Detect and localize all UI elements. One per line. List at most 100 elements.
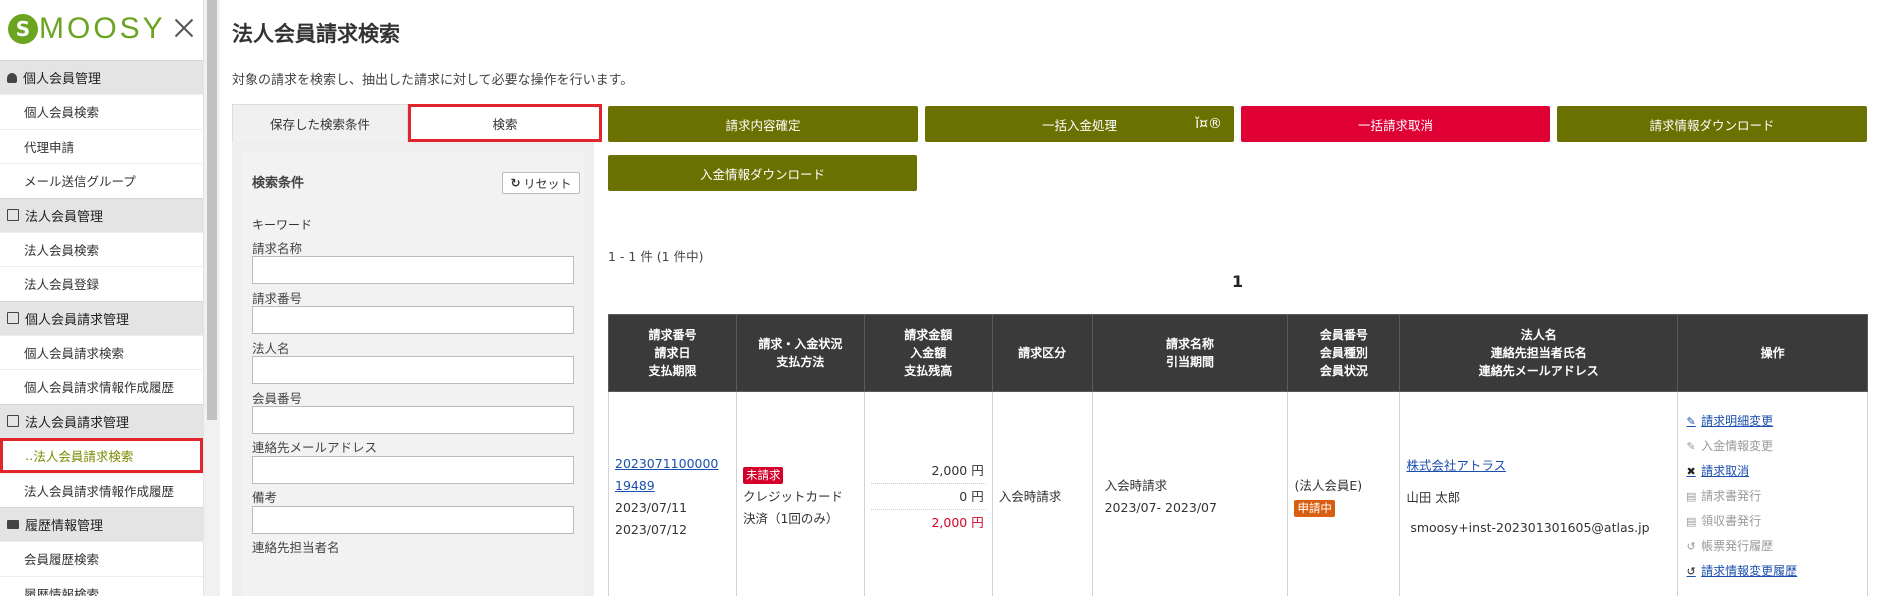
field-label-member-number: 会員番号 (252, 391, 303, 406)
batch-payment-button[interactable]: 一括入金処理 ǐ¤® (925, 106, 1234, 142)
confirm-billing-button[interactable]: 請求内容確定 (608, 106, 918, 142)
cell-member: (法人会員E) 申請中 (1287, 391, 1401, 596)
results-table: 請求番号 請求日 支払期限 請求・入金状況 支払方法 請求金額 入金額 支払残高… (608, 314, 1868, 596)
header-line: 支払期限 (648, 364, 697, 378)
document-icon (7, 312, 19, 324)
company-link[interactable]: 株式会社アトラス (1406, 458, 1506, 473)
download-billing-info-button[interactable]: 請求情報ダウンロード (1557, 106, 1867, 142)
nav-item-individual-billing-history[interactable]: 個人会員請求情報作成履歴 (0, 369, 203, 404)
column-header-company: 法人名 連絡先担当者氏名 連絡先メールアドレス (1399, 314, 1679, 392)
cell-category: 入会時請求 (991, 391, 1093, 596)
close-icon[interactable] (172, 16, 196, 40)
refresh-icon: ↻ (510, 176, 521, 190)
billing-number-input[interactable] (252, 306, 574, 334)
op-label: 請求取消 (1701, 464, 1750, 478)
nav-section-corporate-member[interactable]: 法人会員管理 (0, 197, 203, 232)
nav-item-label: 法人会員請求検索 (33, 448, 134, 464)
field-label-billing-name: 請求名称 (252, 241, 303, 256)
column-header-operations: 操作 (1677, 314, 1868, 392)
page-link-current[interactable]: 1 (1232, 272, 1243, 291)
field-label-contact-person: 連絡先担当者名 (252, 540, 340, 555)
billing-name-input[interactable] (252, 256, 574, 284)
header-line: 会員種別 (1319, 346, 1368, 360)
garbled-glyph-icon: ǐ¤® (1195, 116, 1222, 132)
nav-section-individual-billing[interactable]: 個人会員請求管理 (0, 300, 203, 335)
member-number-input[interactable] (252, 406, 574, 434)
op-edit-payment-info: ✎ 入金情報変更 (1684, 434, 1861, 459)
column-header-status: 請求・入金状況 支払方法 (735, 314, 865, 392)
nav-item-mail-group[interactable]: メール送信グループ (0, 163, 203, 198)
active-prefix: ‥ (25, 447, 34, 463)
column-header-amount: 請求金額 入金額 支払残高 (863, 314, 993, 392)
nav-item-label: 個人会員請求情報作成履歴 (24, 380, 175, 396)
nav-item-member-history-search[interactable]: 会員履歴検索 (0, 541, 203, 576)
nav-item-corporate-billing-search[interactable]: ‥ 法人会員請求検索 (0, 437, 203, 473)
field-label-company-name: 法人名 (252, 341, 290, 356)
nav-item-history-info-search[interactable]: 履歴情報検索 (0, 575, 203, 596)
table-row: 2023071100000 19489 2023/07/11 2023/07/1… (608, 391, 1868, 596)
op-edit-billing-details[interactable]: ✎ 請求明細変更 (1684, 409, 1861, 434)
header-line: 操作 (1760, 346, 1785, 360)
header-line: 引当期間 (1166, 355, 1215, 369)
tab-saved-conditions[interactable]: 保存した検索条件 (232, 104, 408, 142)
invoice-number-link[interactable]: 2023071100000 19489 (615, 453, 730, 497)
nav-item-label: 個人会員検索 (24, 105, 100, 121)
header-line: 連絡先メールアドレス (1478, 364, 1599, 378)
nav-section-corporate-billing[interactable]: 法人会員請求管理 (0, 403, 203, 438)
nav-item-label: メール送信グループ (24, 174, 136, 190)
op-label: 請求情報変更履歴 (1701, 564, 1798, 578)
field-label-remarks: 備考 (252, 490, 278, 505)
nav-item-label: 代理申請 (24, 139, 75, 155)
header-line: 法人名 (1520, 328, 1557, 342)
column-header-billing-name: 請求名称 引当期間 (1091, 314, 1289, 392)
sidebar-scrollbar-thumb[interactable] (207, 0, 217, 420)
nav-section-individual-member[interactable]: 個人会員管理 (0, 60, 203, 94)
header-line: 請求・入金状況 (758, 337, 843, 351)
nav-item-individual-billing-search[interactable]: 個人会員請求検索 (0, 334, 203, 369)
contact-email-input[interactable] (252, 456, 574, 484)
nav-item-individual-member-search[interactable]: 個人会員検索 (0, 94, 203, 129)
smoosy-logo[interactable]: S MOOSY (8, 12, 166, 46)
company-name-input[interactable] (252, 356, 574, 384)
cell-status: 未請求 クレジットカード 決済（1回のみ） (735, 391, 865, 596)
header-line: 連絡先担当者氏名 (1490, 346, 1587, 360)
op-issue-receipt: ▤ 領収書発行 (1684, 509, 1861, 534)
document-icon (7, 415, 19, 427)
field-label-contact-email: 連絡先メールアドレス (252, 440, 378, 455)
nav-item-proxy-application[interactable]: 代理申請 (0, 128, 203, 163)
header-line: 請求番号 (648, 328, 697, 342)
nav-item-label: 法人会員検索 (24, 242, 100, 258)
document-icon: ▤ (1685, 515, 1697, 528)
header-line: 会員状況 (1319, 364, 1368, 378)
reset-button[interactable]: ↻ リセット (502, 172, 580, 194)
download-payment-info-button[interactable]: 入金情報ダウンロード (608, 155, 917, 191)
nav-item-corporate-billing-history[interactable]: 法人会員請求情報作成履歴 (0, 472, 203, 507)
op-label: 帳票発行履歴 (1701, 539, 1774, 553)
nav-section-label: 法人会員管理 (25, 209, 104, 225)
history-icon: ↺ (1686, 540, 1696, 553)
batch-cancel-button[interactable]: 一括請求取消 (1241, 106, 1550, 142)
op-label: 入金情報変更 (1701, 439, 1774, 453)
allocation-period: 2023/07- 2023/07 (1104, 499, 1217, 515)
header-line: 請求区分 (1018, 346, 1067, 360)
header-line: 支払方法 (776, 355, 825, 369)
pencil-icon: ✎ (1686, 415, 1696, 428)
header-line: 請求金額 (904, 328, 953, 342)
nav-item-corporate-member-search[interactable]: 法人会員検索 (0, 231, 203, 266)
billing-category: 入会時請求 (998, 488, 1062, 504)
sidebar: S MOOSY 個人会員管理 個人会員検索 代理申請 メール送信グループ 法人会… (0, 0, 204, 596)
remarks-input[interactable] (252, 506, 574, 534)
billing-name: 入会時請求 (1104, 477, 1168, 493)
nav-item-corporate-member-register[interactable]: 法人会員登録 (0, 266, 203, 301)
due-date: 2023/07/12 (615, 521, 688, 537)
op-cancel-billing[interactable]: ✖ 請求取消 (1684, 459, 1861, 484)
op-billing-change-history[interactable]: ↺ 請求情報変更履歴 (1684, 559, 1861, 584)
search-panel: 検索条件 ↻ リセット キーワード 請求名称 請求番号 法人名 会員番号 連絡先… (232, 142, 594, 596)
history-icon: ↺ (1686, 565, 1696, 578)
cell-operations: ✎ 請求明細変更 ✎ 入金情報変更 ✖ 請求取消 ▤ 請求書発行 ▤ 領収書発行… (1677, 391, 1868, 596)
cell-invoice: 2023071100000 19489 2023/07/11 2023/07/1… (608, 391, 737, 596)
pagination: 1 (1232, 272, 1243, 291)
billed-amount: 2,000 円 (870, 458, 986, 484)
nav-section-history[interactable]: 履歴情報管理 (0, 507, 203, 541)
tab-search[interactable]: 検索 (408, 104, 602, 142)
